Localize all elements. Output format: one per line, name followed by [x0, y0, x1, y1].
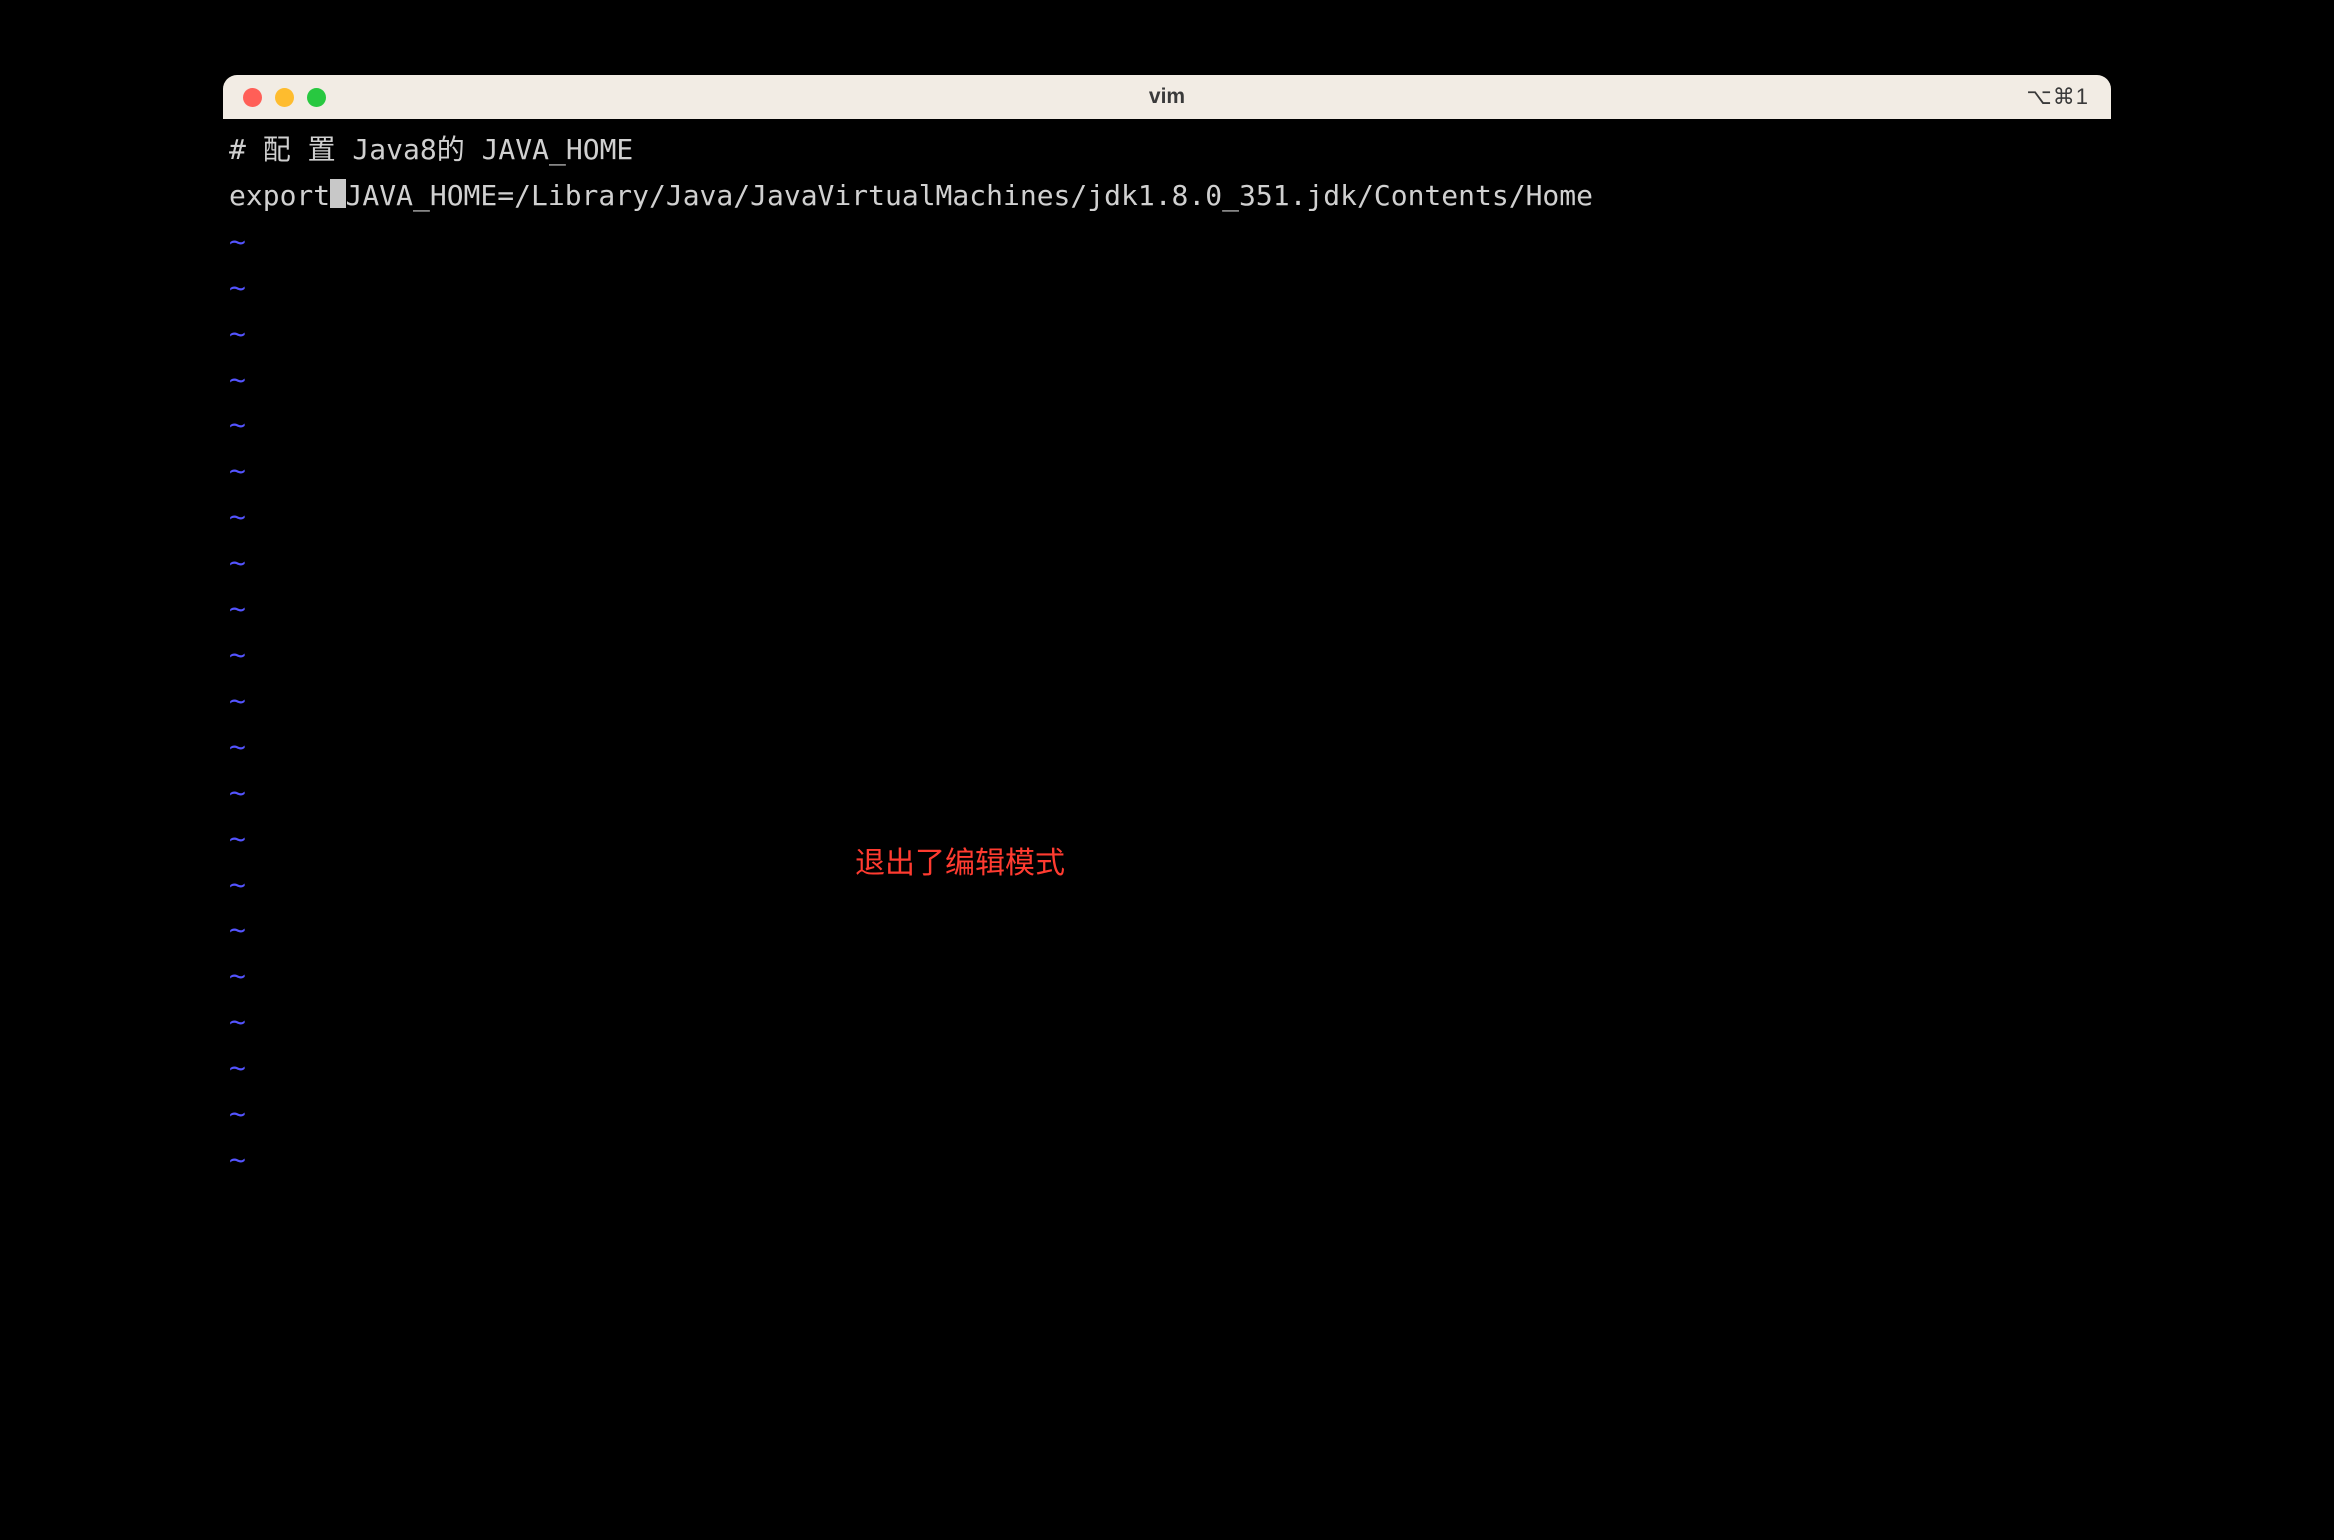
empty-line-tilde: ~ — [229, 907, 2105, 953]
empty-line-tilde: ~ — [229, 724, 2105, 770]
empty-line-tilde: ~ — [229, 770, 2105, 816]
empty-line-tilde: ~ — [229, 816, 2105, 862]
empty-line-tilde: ~ — [229, 540, 2105, 586]
empty-line-tilde: ~ — [229, 999, 2105, 1045]
maximize-button[interactable] — [307, 88, 326, 107]
traffic-lights — [223, 88, 326, 107]
editor-line: export JAVA_HOME=/Library/Java/JavaVirtua… — [229, 173, 2105, 219]
empty-line-tilde: ~ — [229, 402, 2105, 448]
empty-line-tilde: ~ — [229, 1137, 2105, 1183]
terminal-window: vim ⌥⌘1 # 配 置 Java8的 JAVA_HOMEexport JAVA… — [223, 75, 2111, 1303]
empty-line-tilde: ~ — [229, 1091, 2105, 1137]
annotation-label: 退出了编辑模式 — [855, 838, 1065, 882]
empty-line-tilde: ~ — [229, 219, 2105, 265]
empty-line-tilde: ~ — [229, 265, 2105, 311]
window-title: vim — [223, 85, 2111, 109]
empty-line-tilde: ~ — [229, 448, 2105, 494]
empty-line-tilde: ~ — [229, 953, 2105, 999]
empty-line-tilde: ~ — [229, 357, 2105, 403]
empty-line-tilde: ~ — [229, 632, 2105, 678]
empty-line-tilde: ~ — [229, 862, 2105, 908]
empty-line-tilde: ~ — [229, 494, 2105, 540]
editor-line: # 配 置 Java8的 JAVA_HOME — [229, 127, 2105, 173]
window-shortcut: ⌥⌘1 — [2026, 84, 2089, 110]
cursor — [330, 179, 345, 208]
empty-line-tilde: ~ — [229, 311, 2105, 357]
minimize-button[interactable] — [275, 88, 294, 107]
editor-area[interactable]: # 配 置 Java8的 JAVA_HOMEexport JAVA_HOME=/L… — [223, 119, 2111, 1303]
empty-line-tilde: ~ — [229, 586, 2105, 632]
close-button[interactable] — [243, 88, 262, 107]
text-after-cursor: JAVA_HOME=/Library/Java/JavaVirtualMachi… — [346, 179, 1593, 212]
text-before-cursor: export — [229, 179, 330, 212]
empty-line-tilde: ~ — [229, 678, 2105, 724]
empty-line-tilde: ~ — [229, 1045, 2105, 1091]
titlebar: vim ⌥⌘1 — [223, 75, 2111, 119]
